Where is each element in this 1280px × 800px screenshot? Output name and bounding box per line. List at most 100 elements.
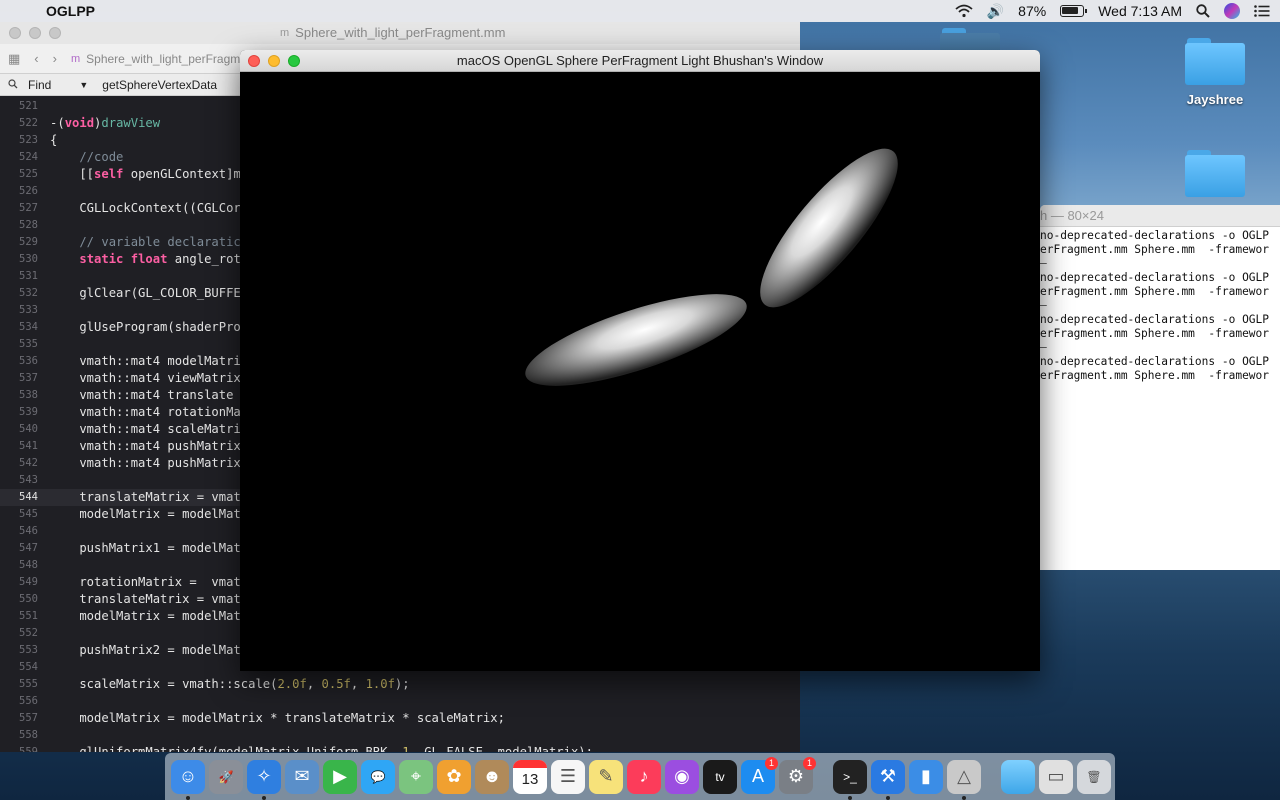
terminal-line: erFragment.mm Sphere.mm -framewor (1040, 285, 1270, 298)
running-indicator (886, 795, 890, 800)
line-number: 525 (19, 168, 38, 180)
code-text: vmath::mat4 pushMatrix (50, 456, 241, 470)
instruments-icon[interactable]: △ (947, 759, 981, 800)
code-text: glClear(GL_COLOR_BUFFE (50, 286, 241, 300)
xcode-icon[interactable]: ⚒ (871, 759, 905, 800)
forward-button[interactable]: › (53, 51, 57, 66)
code-text: vmath::mat4 translate (50, 388, 234, 402)
music-icon[interactable]: ♪ (627, 759, 661, 794)
notes-icon[interactable]: ✎ (589, 759, 623, 794)
terminal-title: h — 80×24 (1040, 205, 1280, 227)
line-number: 536 (19, 355, 38, 367)
dock: ☺ 🚀 ✧ ✉ ▶ 💬 ⌖ ✿ ☻ 13 ☰ ✎ ♪ ◉ tv A 1 ⚙ 1 >_ ⚒ ▮ △ ▭ 🗑 (165, 753, 1115, 800)
preview-icon[interactable]: ✉ (285, 759, 319, 794)
battery-percent: 87% (1018, 3, 1047, 19)
notification-badge: 1 (803, 756, 816, 770)
line-number: 530 (19, 253, 38, 265)
code-line[interactable]: 558 (0, 727, 800, 744)
back-button[interactable]: ‹ (34, 51, 38, 66)
code-line[interactable]: 559 glUniformMatrix4fv(modelMatrix_Unifo… (0, 744, 800, 752)
terminal-line: – (1040, 257, 1047, 270)
line-number: 546 (19, 525, 38, 537)
file-icon: m (280, 26, 290, 39)
contacts-icon[interactable]: ☻ (475, 759, 509, 794)
line-number: 547 (19, 542, 38, 554)
volume-icon[interactable]: 🔊 (987, 3, 1004, 20)
line-number: 558 (19, 729, 38, 741)
running-indicator (186, 795, 190, 800)
tv-icon[interactable]: tv (703, 759, 737, 794)
code-line[interactable]: 555 scaleMatrix = vmath::scale(2.0f, 0.5… (0, 676, 800, 693)
system-preferences-icon[interactable]: ⚙ 1 (779, 756, 816, 794)
opengl-viewport[interactable] (240, 72, 1040, 671)
spotlight-search-icon[interactable] (1196, 4, 1210, 18)
breadcrumb-file[interactable]: Sphere_with_light_perFragm (86, 52, 240, 66)
code-text: translateMatrix = vmat (50, 592, 241, 606)
launchpad-icon[interactable]: 🚀 (209, 759, 243, 794)
find-input[interactable]: getSphereVertexData (102, 78, 217, 92)
code-line[interactable]: 557 modelMatrix = modelMatrix * translat… (0, 710, 800, 727)
line-number: 552 (19, 627, 38, 639)
siri-icon[interactable] (1224, 3, 1240, 19)
simulator-icon[interactable]: ▮ (909, 759, 943, 794)
code-text: //code (50, 150, 124, 164)
notification-center-icon[interactable] (1254, 5, 1270, 17)
app-menu-name[interactable]: OGLPP (46, 3, 95, 19)
photos-icon[interactable]: ✿ (437, 759, 471, 794)
line-number: 542 (19, 457, 38, 469)
line-number: 535 (19, 338, 38, 350)
code-text: vmath::mat4 scaleMatri (50, 422, 241, 436)
terminal-output[interactable]: no-deprecated-declarations -o OGLP erFrag… (1040, 227, 1280, 383)
messages-icon[interactable]: 💬 (361, 759, 395, 794)
calendar-icon[interactable]: 13 (513, 759, 547, 794)
terminal-icon[interactable]: >_ (833, 759, 867, 800)
close-button[interactable] (9, 27, 21, 39)
calendar-day: 13 (521, 771, 539, 788)
code-text: CGLLockContext((CGLCor (50, 201, 241, 215)
terminal-line: no-deprecated-declarations -o OGLP (1040, 355, 1270, 368)
folder-icon (1185, 38, 1245, 86)
podcasts-icon[interactable]: ◉ (665, 759, 699, 794)
xcode-title-bar: m Sphere_with_light_perFragment.mm (0, 22, 800, 44)
line-number: 537 (19, 372, 38, 384)
code-text: vmath::mat4 viewMatrix (50, 371, 241, 385)
zoom-button[interactable] (49, 27, 61, 39)
line-number: 532 (19, 287, 38, 299)
maps-icon[interactable]: ⌖ (399, 759, 433, 794)
desktop-folder-jayshree[interactable]: Jayshree (1170, 38, 1260, 107)
finder-icon[interactable]: ☺ (171, 759, 205, 800)
running-indicator (962, 795, 966, 800)
code-text: modelMatrix = modelMatrix * translateMat… (50, 711, 505, 725)
downloads-folder-icon[interactable] (1001, 759, 1035, 794)
notification-badge: 1 (765, 756, 778, 770)
line-number: 531 (19, 270, 38, 282)
appstore-icon[interactable]: A1 (741, 756, 778, 794)
screenshot-icon[interactable]: ▭ (1039, 759, 1073, 794)
line-number: 544 (19, 491, 38, 503)
find-mode-select[interactable]: Find ▼ (28, 78, 88, 92)
reminders-icon[interactable]: ☰ (551, 759, 585, 794)
terminal-line: no-deprecated-declarations -o OGLP (1040, 229, 1270, 242)
minimize-button[interactable] (29, 27, 41, 39)
desktop-folder[interactable] (1170, 150, 1260, 198)
line-number: 549 (19, 576, 38, 588)
desktop-folder-label: Jayshree (1186, 92, 1244, 107)
menu-clock[interactable]: Wed 7:13 AM (1098, 3, 1182, 19)
facetime-icon[interactable]: ▶ (323, 759, 357, 794)
lit-sphere-segment-lower (525, 294, 747, 386)
terminal-line: erFragment.mm Sphere.mm -framewor (1040, 369, 1270, 382)
safari-icon[interactable]: ✧ (247, 759, 281, 800)
chevron-down-icon: ▼ (79, 79, 89, 90)
line-number: 557 (19, 712, 38, 724)
battery-icon[interactable] (1060, 5, 1088, 17)
related-items-icon[interactable]: ▦ (8, 51, 20, 67)
trash-icon[interactable]: 🗑 (1077, 759, 1111, 794)
wifi-icon[interactable] (955, 4, 973, 18)
code-line[interactable]: 556 (0, 693, 800, 710)
code-text: vmath::mat4 pushMatrix (50, 439, 241, 453)
running-indicator (262, 795, 266, 800)
